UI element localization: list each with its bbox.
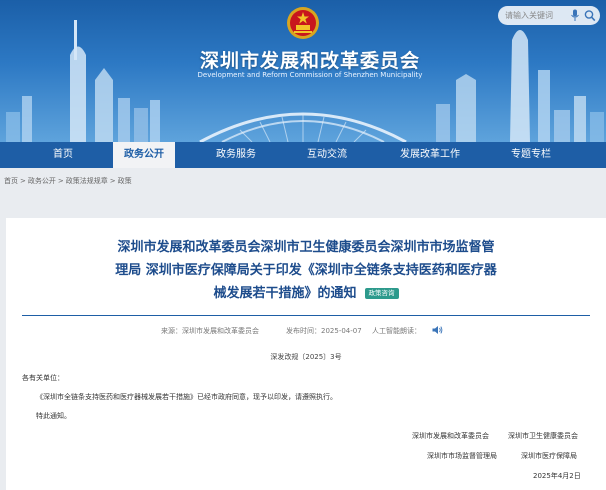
article-title-line: 深圳市发展和改革委员会深圳市卫生健康委员会深圳市市场监督管 (117, 240, 495, 255)
signatory: 深圳市发展和改革委员会 (412, 432, 489, 440)
nav-item-home[interactable]: 首页 (38, 142, 88, 168)
national-emblem-icon (287, 7, 319, 39)
breadcrumb-separator: > (57, 177, 64, 185)
site-subtitle: Development and Reform Commission of She… (197, 71, 423, 79)
closing-text: 特此通知。 (36, 412, 71, 420)
breadcrumb-separator: > (109, 177, 116, 185)
breadcrumb: 首页 > 政务公开 > 政策法规规章 > 政策 (4, 176, 132, 186)
breadcrumb-policy[interactable]: 政策 (118, 177, 132, 185)
salutation: 各有关单位： (22, 374, 64, 382)
speaker-icon[interactable] (432, 325, 443, 335)
title-divider (22, 315, 590, 316)
nav-item-special-topics[interactable]: 专题专栏 (500, 142, 562, 168)
main-nav: 首页 政务公开 政务服务 互动交流 发展改革工作 专题专栏 (0, 142, 606, 168)
breadcrumb-separator: > (20, 177, 26, 185)
nav-item-government-services[interactable]: 政务服务 (205, 142, 267, 168)
article-card: 深圳市发展和改革委员会深圳市卫生健康委员会深圳市市场监督管 理局 深圳市医疗保障… (6, 218, 606, 490)
signatory: 深圳市医疗保障局 (521, 452, 577, 460)
breadcrumb-home[interactable]: 首页 (4, 177, 18, 185)
search-icon[interactable] (584, 9, 596, 22)
site-banner: 深圳市发展和改革委员会 Development and Reform Commi… (0, 0, 606, 142)
signing-date: 2025年4月2日 (533, 472, 581, 480)
article-source: 来源：深圳市发展和改革委员会 (161, 327, 259, 335)
breadcrumb-government-affairs-open[interactable]: 政务公开 (28, 177, 56, 185)
document-number: 深发改规〔2025〕3号 (270, 353, 342, 361)
article-title-line: 理局 深圳市医疗保障局关于印发《深圳市全链条支持医药和医疗器 (115, 263, 497, 278)
article-title-line-last: 械发展若干措施》的通知 政策咨询 (66, 282, 546, 305)
nav-item-government-affairs-open[interactable]: 政务公开 (113, 142, 175, 168)
signatory: 深圳市卫生健康委员会 (508, 432, 578, 440)
nav-item-interaction[interactable]: 互动交流 (296, 142, 358, 168)
nav-item-reform-work[interactable]: 发展改革工作 (390, 142, 470, 168)
article-publish-date: 发布时间：2025-04-07 (286, 327, 362, 335)
microphone-icon[interactable] (570, 9, 580, 22)
ai-read-label: 人工智能朗读： (372, 327, 421, 335)
breadcrumb-regulations[interactable]: 政策法规规章 (66, 177, 108, 185)
article-title: 深圳市发展和改革委员会深圳市卫生健康委员会深圳市市场监督管 理局 深圳市医疗保障… (66, 236, 546, 305)
search-box[interactable] (498, 6, 600, 25)
site-title: 深圳市发展和改革委员会 (199, 50, 420, 72)
body-paragraph: 《深圳市全链条支持医药和医疗器械发展若干措施》已经市政府同意，现予以印发，请遵照… (36, 393, 337, 401)
signatory: 深圳市市场监督管理局 (427, 452, 497, 460)
search-input[interactable] (505, 8, 567, 23)
policy-consultation-tag[interactable]: 政策咨询 (364, 288, 399, 299)
